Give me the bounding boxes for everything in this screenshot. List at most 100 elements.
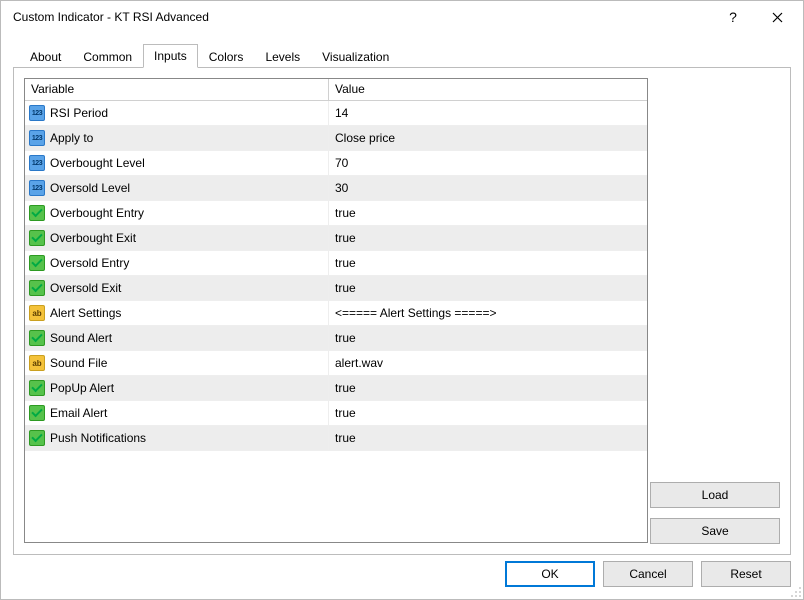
variable-cell: Oversold Entry — [25, 251, 329, 275]
value-text: true — [335, 281, 356, 295]
variable-name: Sound Alert — [50, 331, 112, 345]
cancel-button[interactable]: Cancel — [603, 561, 693, 587]
integer-type-icon — [29, 155, 45, 171]
value-text: 70 — [335, 156, 348, 170]
tab-label: Common — [83, 50, 132, 64]
boolean-type-icon — [29, 405, 45, 421]
parameter-row[interactable]: Overbought Exit true — [25, 226, 647, 251]
boolean-type-icon — [29, 255, 45, 271]
value-text: true — [335, 406, 356, 420]
tab-label: Inputs — [154, 49, 187, 63]
tab-common[interactable]: Common — [72, 45, 143, 68]
value-text: true — [335, 256, 356, 270]
tab-about[interactable]: About — [19, 45, 72, 68]
parameter-row[interactable]: Oversold Entry true — [25, 251, 647, 276]
string-type-icon — [29, 355, 45, 371]
column-header-variable[interactable]: Variable — [25, 79, 329, 100]
tab-inputs[interactable]: Inputs — [143, 44, 198, 68]
value-cell[interactable]: true — [329, 426, 647, 450]
value-text: alert.wav — [335, 356, 383, 370]
parameter-row[interactable]: Apply to Close price — [25, 126, 647, 151]
ok-button[interactable]: OK — [505, 561, 595, 587]
variable-cell: Push Notifications — [25, 426, 329, 450]
resize-grip[interactable] — [790, 586, 802, 598]
parameter-row[interactable]: Sound File alert.wav — [25, 351, 647, 376]
variable-cell: Oversold Level — [25, 176, 329, 200]
boolean-type-icon — [29, 380, 45, 396]
string-type-icon — [29, 305, 45, 321]
value-cell[interactable]: true — [329, 201, 647, 225]
value-cell[interactable]: true — [329, 401, 647, 425]
variable-cell: Alert Settings — [25, 301, 329, 325]
variable-cell: Sound Alert — [25, 326, 329, 350]
variable-name: Oversold Entry — [50, 256, 129, 270]
grid-rows: RSI Period14Apply toClose priceOverbough… — [25, 101, 647, 451]
boolean-type-icon — [29, 230, 45, 246]
boolean-type-icon — [29, 430, 45, 446]
variable-name: Oversold Exit — [50, 281, 121, 295]
variable-name: Push Notifications — [50, 431, 146, 445]
variable-cell: Apply to — [25, 126, 329, 150]
variable-name: Apply to — [50, 131, 93, 145]
parameter-row[interactable]: RSI Period 14 — [25, 101, 647, 126]
value-text: true — [335, 381, 356, 395]
parameter-row[interactable]: Alert Settings<===== Alert Settings ====… — [25, 301, 647, 326]
value-cell[interactable]: true — [329, 376, 647, 400]
close-button[interactable] — [755, 3, 799, 31]
value-cell[interactable]: Close price — [329, 126, 647, 150]
value-cell[interactable]: 70 — [329, 151, 647, 175]
parameter-row[interactable]: Oversold Exit true — [25, 276, 647, 301]
parameter-row[interactable]: Email Alert true — [25, 401, 647, 426]
variable-name: Overbought Exit — [50, 231, 136, 245]
parameter-row[interactable]: Oversold Level 30 — [25, 176, 647, 201]
value-text: true — [335, 331, 356, 345]
parameter-row[interactable]: PopUp Alerttrue — [25, 376, 647, 401]
boolean-type-icon — [29, 330, 45, 346]
value-cell[interactable]: 14 — [329, 101, 647, 125]
boolean-type-icon — [29, 205, 45, 221]
dialog-body: About Common Inputs Colors Levels Visualizati… — [1, 33, 803, 599]
variable-cell: Overbought Exit — [25, 226, 329, 250]
column-header-value[interactable]: Value — [329, 79, 647, 100]
tab-colors[interactable]: Colors — [198, 45, 255, 68]
parameter-row[interactable]: Overbought Level 70 — [25, 151, 647, 176]
help-button[interactable]: ? — [711, 3, 755, 31]
tab-label: About — [30, 50, 61, 64]
variable-name: Sound File — [50, 356, 107, 370]
variable-name: RSI Period — [50, 106, 108, 120]
value-cell[interactable]: true — [329, 326, 647, 350]
variable-name: Overbought Level — [50, 156, 145, 170]
integer-type-icon — [29, 180, 45, 196]
side-buttons: Load Save — [650, 482, 780, 544]
tab-strip: About Common Inputs Colors Levels Visualizati… — [13, 43, 791, 67]
value-cell[interactable]: alert.wav — [329, 351, 647, 375]
variable-cell: Email Alert — [25, 401, 329, 425]
value-cell[interactable]: true — [329, 276, 647, 300]
integer-type-icon — [29, 130, 45, 146]
reset-button[interactable]: Reset — [701, 561, 791, 587]
integer-type-icon — [29, 105, 45, 121]
parameter-row[interactable]: Sound Alert true — [25, 326, 647, 351]
tab-panel-inputs: Variable Value RSI Period 14 Apply to Close… — [13, 67, 791, 555]
load-button[interactable]: Load — [650, 482, 780, 508]
value-text: 30 — [335, 181, 348, 195]
value-cell[interactable]: true — [329, 226, 647, 250]
tab-label: Colors — [209, 50, 244, 64]
title-bar: Custom Indicator - KT RSI Advanced ? — [1, 1, 803, 33]
parameter-row[interactable]: Overbought Entry true — [25, 201, 647, 226]
variable-cell: Overbought Entry — [25, 201, 329, 225]
tab-levels[interactable]: Levels — [254, 45, 311, 68]
value-cell[interactable]: true — [329, 251, 647, 275]
value-cell[interactable]: 30 — [329, 176, 647, 200]
tab-visualization[interactable]: Visualization — [311, 45, 400, 68]
variable-cell: Oversold Exit — [25, 276, 329, 300]
parameter-row[interactable]: Push Notifications true — [25, 426, 647, 451]
close-icon — [772, 12, 783, 23]
parameters-grid: Variable Value RSI Period 14 Apply to Close… — [24, 78, 648, 543]
value-text: true — [335, 206, 356, 220]
variable-cell: Overbought Level — [25, 151, 329, 175]
value-cell[interactable]: <===== Alert Settings =====> — [329, 301, 647, 325]
save-button[interactable]: Save — [650, 518, 780, 544]
tab-label: Levels — [265, 50, 300, 64]
value-text: 14 — [335, 106, 348, 120]
